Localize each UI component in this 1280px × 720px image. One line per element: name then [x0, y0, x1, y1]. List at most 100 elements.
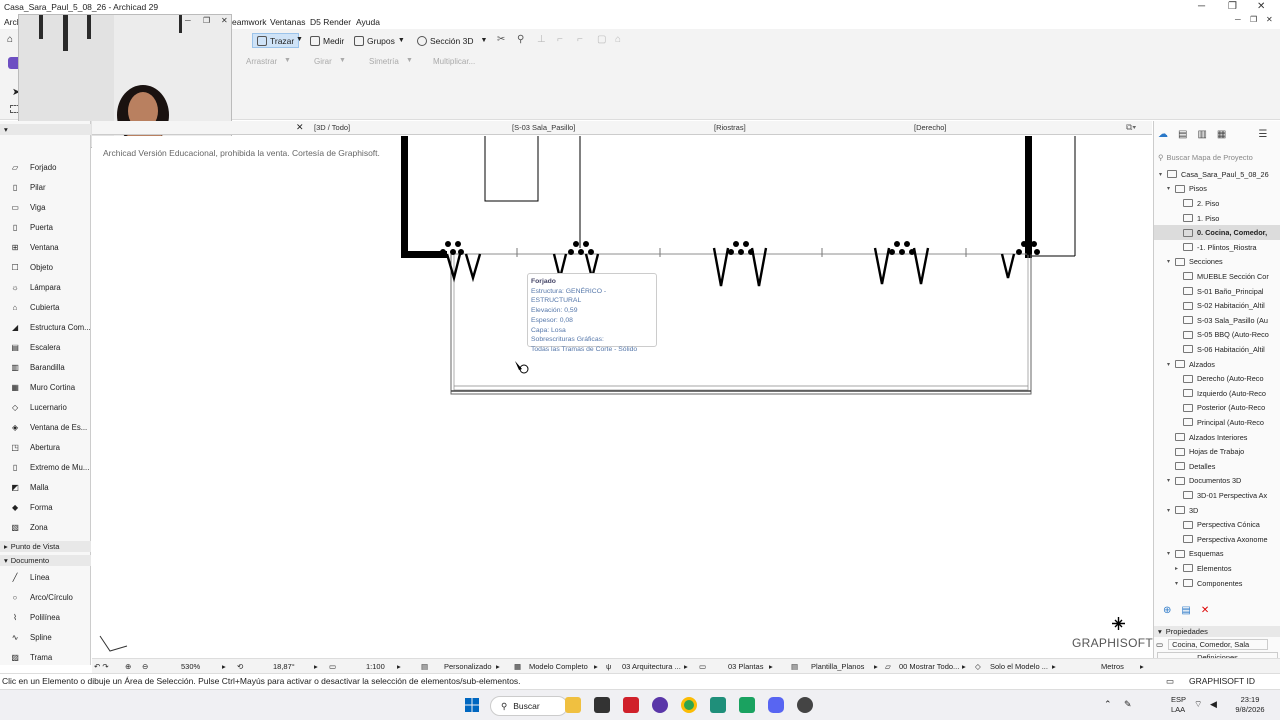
tab-riostras[interactable]: [Riostras] — [714, 123, 746, 132]
chevron-right-icon[interactable]: ▸ — [314, 662, 318, 671]
scissors-icon[interactable]: ✂ — [497, 34, 505, 45]
chevron-icon[interactable]: ▾ — [1159, 171, 1167, 178]
plantas-value[interactable]: 03 Plantas — [728, 662, 763, 671]
chevron-right-icon[interactable]: ▸ — [397, 662, 401, 671]
webcam-restore-icon[interactable]: ❐ — [203, 16, 210, 25]
doc-tool-trama[interactable]: ▨ Trama — [0, 648, 91, 666]
documento-header[interactable]: ▾ Documento — [0, 555, 91, 566]
navigator-item[interactable]: ▾ Casa_Sara_Paul_5_08_26 — [1154, 167, 1280, 182]
angle-value[interactable]: 18,87° — [273, 662, 295, 671]
navigator-item[interactable]: Principal (Auto-Reco — [1154, 415, 1280, 430]
doc-tool-línea[interactable]: ╱ Línea — [0, 568, 91, 586]
navigator-item[interactable]: ▾ Esquemas — [1154, 547, 1280, 562]
tool-forma[interactable]: ◆ Forma — [0, 498, 91, 516]
navigator-item[interactable]: ▾ 3D — [1154, 503, 1280, 518]
renovation-icon[interactable]: ▤ — [791, 662, 798, 671]
navigator-item[interactable]: 3D-01 Perspectiva Ax — [1154, 488, 1280, 503]
zoom-in-icon[interactable]: ⊕ — [125, 662, 131, 671]
app-icon[interactable] — [739, 697, 755, 713]
chevron-icon[interactable]: ▾ — [1175, 580, 1183, 587]
properties-current[interactable]: ▭ Cocina, Comedor, Sala — [1154, 637, 1280, 651]
chevron-right-icon[interactable]: ▸ — [594, 662, 598, 671]
windows-start-icon[interactable] — [465, 698, 479, 712]
navigator-item[interactable]: Derecho (Auto-Reco — [1154, 371, 1280, 386]
navigator-item[interactable]: S-06 Habitación_Altil — [1154, 342, 1280, 357]
menu-ventanas[interactable]: Ventanas — [270, 17, 305, 27]
menu-teamwork[interactable]: eamwork — [232, 17, 266, 27]
chrome-icon[interactable] — [681, 697, 697, 713]
zoom-out-icon[interactable]: ⊖ — [142, 662, 148, 671]
navigator-item[interactable]: 2. Piso — [1154, 196, 1280, 211]
doc-tool-polilínea[interactable]: ⌇ Polilínea — [0, 608, 91, 626]
trazar-button[interactable]: Trazar — [252, 33, 300, 48]
seccion3d-button[interactable]: Sección 3D ▼ — [417, 33, 487, 48]
layout-book-icon[interactable]: ▥ — [1197, 129, 1206, 140]
navigator-item[interactable]: ▾ Alzados — [1154, 357, 1280, 372]
tool-malla[interactable]: ◩ Malla — [0, 478, 91, 496]
chevron-right-icon[interactable]: ▸ — [1140, 662, 1144, 671]
tool-extremo-de-mu[interactable]: ▯ Extremo de Mu... — [0, 458, 91, 476]
wifi-icon[interactable]: ⌔ — [1194, 699, 1202, 710]
volume-icon[interactable]: ◀ — [1210, 699, 1217, 710]
file-explorer-icon[interactable] — [565, 697, 581, 713]
navigator-search[interactable]: ⚲ Buscar Mapa de Proyecto — [1158, 151, 1278, 164]
archicad-icon[interactable] — [710, 697, 726, 713]
trazar-dropdown-icon[interactable]: ▼ — [296, 36, 303, 43]
navigator-item[interactable]: Posterior (Auto-Reco — [1154, 401, 1280, 416]
close-icon[interactable]: ✕ — [1257, 1, 1265, 12]
model-icon[interactable]: ▦ — [514, 662, 521, 671]
tool-pilar[interactable]: ▯ Pilar — [0, 178, 91, 196]
delete-icon[interactable]: ✕ — [1201, 605, 1209, 616]
chevron-right-icon[interactable]: ▸ — [496, 662, 500, 671]
navigator-item[interactable]: S-01 Baño_Principal — [1154, 284, 1280, 299]
chevron-icon[interactable]: ▾ — [1167, 477, 1175, 484]
navigator-item[interactable]: Detalles — [1154, 459, 1280, 474]
settings-gear-icon[interactable] — [797, 697, 813, 713]
navigator-item[interactable]: ▾ Pisos — [1154, 182, 1280, 197]
chevron-icon[interactable]: ▾ — [1167, 258, 1175, 265]
tool-estructura-com[interactable]: ◢ Estructura Com... — [0, 318, 91, 336]
mostrar-value[interactable]: 00 Mostrar Todo... — [899, 662, 959, 671]
properties-header[interactable]: ▾ Propiedades — [1154, 626, 1280, 637]
chevron-right-icon[interactable]: ▸ — [874, 662, 878, 671]
navigator-item[interactable]: ▸ Elementos — [1154, 561, 1280, 576]
navigator-item[interactable]: MUEBLE Sección Cor — [1154, 269, 1280, 284]
autocad-icon[interactable] — [623, 697, 639, 713]
doc-tool-arco-círculo[interactable]: ○ Arco/Círculo — [0, 588, 91, 606]
minimize-icon[interactable]: ─ — [1198, 1, 1205, 12]
units-value[interactable]: Metros — [1101, 662, 1124, 671]
app-icon[interactable] — [594, 697, 610, 713]
close-tab-icon[interactable]: ✕ — [296, 122, 304, 133]
scale-value[interactable]: 1:100 — [366, 662, 385, 671]
tool-cubierta[interactable]: ⌂ Cubierta — [0, 298, 91, 316]
menu-ayuda[interactable]: Ayuda — [356, 17, 380, 27]
settings-icon[interactable]: ▤ — [1181, 605, 1190, 616]
design-section-header[interactable]: ▾ — [0, 124, 91, 135]
language-layout[interactable]: LAA — [1171, 705, 1185, 714]
rotate-icon[interactable]: ⟲ — [237, 662, 243, 671]
navigator-item[interactable]: Hojas de Trabajo — [1154, 444, 1280, 459]
tool-ventana[interactable]: ⊞ Ventana — [0, 238, 91, 256]
navigator-item[interactable]: S-02 Habitación_Altil — [1154, 298, 1280, 313]
punto-de-vista-header[interactable]: ▸ Punto de Vista — [0, 541, 91, 552]
model-only-icon[interactable]: ◇ — [975, 662, 981, 671]
tool-escalera[interactable]: ▤ Escalera — [0, 338, 91, 356]
navigator-item[interactable]: ▾ Secciones — [1154, 255, 1280, 270]
graphisoft-id-button[interactable]: GRAPHISOFT ID — [1189, 676, 1255, 686]
chevron-icon[interactable]: ▾ — [1167, 550, 1175, 557]
tray-chevron-icon[interactable]: ⌃ — [1104, 699, 1112, 710]
chevron-right-icon[interactable]: ▸ — [962, 662, 966, 671]
navigator-item[interactable]: S-05 BBQ (Auto-Reco — [1154, 328, 1280, 343]
chevron-right-icon[interactable]: ▸ — [222, 662, 226, 671]
chevron-right-icon[interactable]: ▸ — [769, 662, 773, 671]
view-map-icon[interactable]: ▤ — [1178, 129, 1187, 140]
new-view-icon[interactable]: ⊕ — [1163, 605, 1171, 616]
project-map-icon[interactable]: ☁ — [1158, 129, 1168, 140]
magic-wand-icon[interactable]: ⚲ — [517, 34, 524, 45]
restore-icon[interactable]: ❐ — [1228, 1, 1237, 12]
home-icon[interactable]: ⌂ — [7, 34, 13, 45]
tool-objeto[interactable]: ☐ Objeto — [0, 258, 91, 276]
structure-icon[interactable]: ▱ — [885, 662, 891, 671]
tool-ventana-de-es[interactable]: ◈ Ventana de Es... — [0, 418, 91, 436]
solo-modelo-value[interactable]: Solo el Modelo ... — [990, 662, 1048, 671]
